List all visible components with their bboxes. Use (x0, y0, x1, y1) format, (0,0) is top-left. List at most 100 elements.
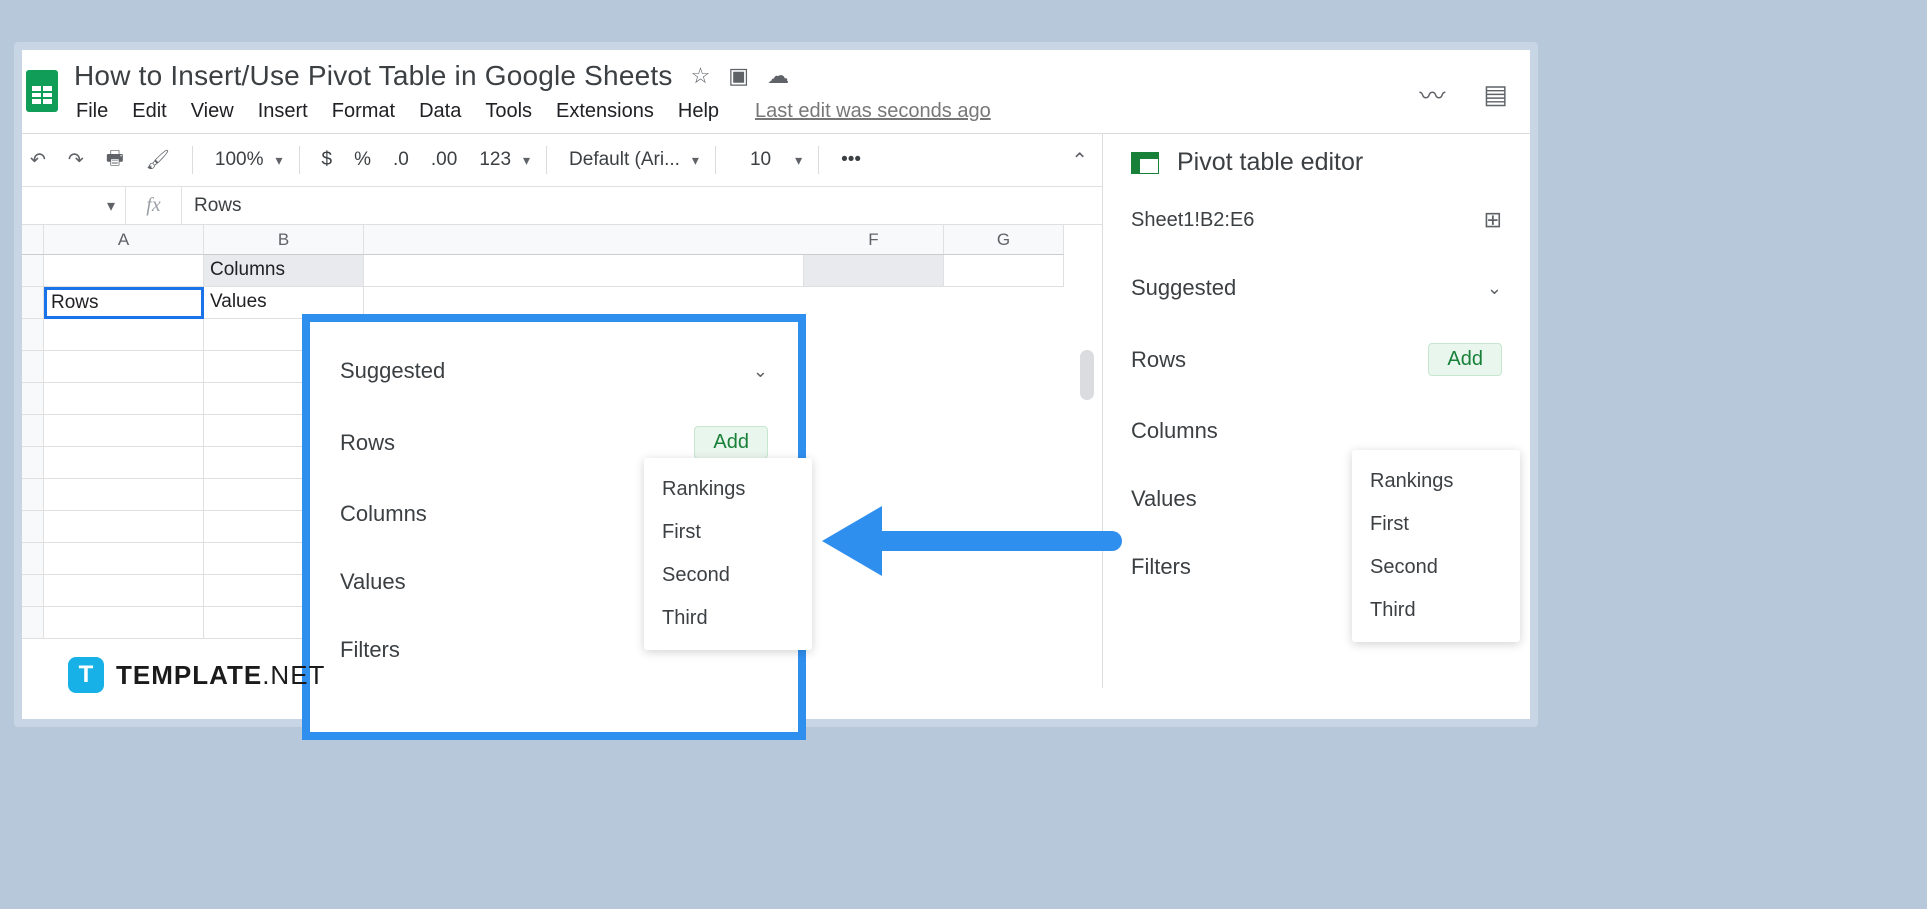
dropdown-item[interactable]: Third (644, 597, 812, 640)
cell[interactable] (44, 351, 204, 383)
column-header[interactable]: A (44, 225, 204, 255)
row-header[interactable] (22, 479, 44, 511)
add-rows-button[interactable]: Add (1428, 343, 1502, 376)
dropdown-item[interactable]: First (1352, 503, 1520, 546)
increase-decimal-button[interactable]: .00 (425, 145, 463, 175)
row-header[interactable] (22, 575, 44, 607)
dropdown-item[interactable]: Rankings (644, 468, 812, 511)
cell[interactable] (44, 543, 204, 575)
formula-input[interactable]: Rows (182, 195, 242, 217)
sheets-logo-icon[interactable] (24, 66, 60, 114)
menu-file[interactable]: File (76, 100, 108, 123)
cell[interactable] (364, 255, 804, 287)
zoom-select[interactable]: 100% (209, 145, 270, 175)
header: How to Insert/Use Pivot Table in Google … (22, 50, 1530, 133)
values-label: Values (340, 569, 406, 595)
chevron-down-icon[interactable]: ▾ (276, 152, 283, 169)
number-format-button[interactable]: 123 (473, 145, 517, 175)
redo-icon[interactable]: ↷ (62, 145, 90, 176)
chevron-down-icon[interactable]: ▾ (523, 152, 530, 169)
last-edit-link[interactable]: Last edit was seconds ago (755, 100, 991, 123)
chevron-down-icon[interactable]: ⌄ (753, 361, 768, 382)
chevron-down-icon[interactable]: ▾ (795, 152, 802, 169)
sidebar-title-row: Pivot table editor (1131, 148, 1502, 201)
cell[interactable] (44, 575, 204, 607)
row-header[interactable] (22, 511, 44, 543)
select-range-icon[interactable]: ⊞ (1484, 207, 1502, 233)
more-toolbar-button[interactable]: ••• (835, 145, 867, 175)
cell-selected[interactable]: Rows (44, 287, 204, 319)
cell-pivot-header[interactable]: Columns (204, 255, 364, 287)
row-header[interactable] (22, 383, 44, 415)
row-header[interactable] (22, 607, 44, 639)
undo-icon[interactable]: ↶ (24, 145, 52, 176)
activity-icon[interactable]: 〰 (1419, 76, 1445, 113)
decrease-decimal-button[interactable]: .0 (387, 145, 415, 175)
row-header[interactable] (22, 287, 44, 319)
star-icon[interactable]: ☆ (691, 63, 711, 89)
menu-insert[interactable]: Insert (258, 100, 308, 123)
cell[interactable] (944, 255, 1064, 287)
column-header[interactable]: B (204, 225, 364, 255)
cell-pivot-header[interactable] (804, 255, 944, 287)
menu-extensions[interactable]: Extensions (556, 100, 654, 123)
callout-suggested[interactable]: Suggested ⌄ (340, 350, 768, 412)
print-icon[interactable]: 🖶 (100, 140, 130, 180)
suggested-label: Suggested (1131, 275, 1236, 301)
add-rows-button[interactable]: Add (694, 426, 768, 459)
collapse-toolbar-icon[interactable]: ⌃ (1071, 148, 1088, 173)
header-right: 〰 ▤ (1419, 58, 1508, 113)
toolbar-separator (715, 146, 716, 174)
cell[interactable] (44, 479, 204, 511)
cell[interactable] (44, 319, 204, 351)
menu-tools[interactable]: Tools (485, 100, 532, 123)
cell[interactable] (44, 415, 204, 447)
comment-icon[interactable]: ▤ (1483, 79, 1508, 110)
paint-format-icon[interactable]: 🖌 (140, 144, 176, 176)
cell[interactable] (44, 447, 204, 479)
dropdown-item[interactable]: First (644, 511, 812, 554)
row-header[interactable] (22, 319, 44, 351)
menu-data[interactable]: Data (419, 100, 461, 123)
row-header[interactable] (22, 447, 44, 479)
currency-button[interactable]: $ (316, 145, 339, 175)
column-header[interactable]: G (944, 225, 1064, 255)
cloud-status-icon[interactable]: ☁ (767, 63, 789, 89)
move-icon[interactable]: ▣ (728, 63, 749, 89)
menu-format[interactable]: Format (332, 100, 395, 123)
sidebar-title: Pivot table editor (1177, 148, 1363, 177)
data-range-input[interactable]: Sheet1!B2:E6 (1131, 209, 1254, 232)
toolbar-separator (299, 146, 300, 174)
add-dropdown: Rankings First Second Third (644, 458, 812, 650)
row-header[interactable] (22, 255, 44, 287)
select-all-corner[interactable] (22, 225, 44, 255)
sidebar-suggested[interactable]: Suggested ⌄ (1131, 259, 1502, 327)
cell[interactable] (44, 383, 204, 415)
row-header[interactable] (22, 543, 44, 575)
spreadsheet-pane: ↶ ↷ 🖶 🖌 100% ▾ $ % .0 .00 123 ▾ Default (… (22, 134, 1102, 688)
chevron-down-icon[interactable]: ⌄ (1487, 278, 1502, 299)
vertical-scrollbar[interactable] (1080, 350, 1094, 400)
name-box[interactable]: ▾ (22, 187, 126, 224)
columns-label: Columns (340, 501, 427, 527)
document-title[interactable]: How to Insert/Use Pivot Table in Google … (74, 60, 673, 92)
cell[interactable] (44, 607, 204, 639)
row-header[interactable] (22, 351, 44, 383)
dropdown-item[interactable]: Rankings (1352, 460, 1520, 503)
menu-help[interactable]: Help (678, 100, 719, 123)
pivot-sidebar: Pivot table editor Sheet1!B2:E6 ⊞ Sugges… (1102, 134, 1530, 688)
menu-view[interactable]: View (191, 100, 234, 123)
font-size-select[interactable]: 10 (732, 145, 789, 175)
column-header[interactable]: F (804, 225, 944, 255)
dropdown-item[interactable]: Second (644, 554, 812, 597)
menu-edit[interactable]: Edit (132, 100, 166, 123)
cell[interactable] (44, 255, 204, 287)
chevron-down-icon[interactable]: ▾ (692, 152, 699, 169)
font-select[interactable]: Default (Ari... (563, 145, 686, 175)
dropdown-item[interactable]: Second (1352, 546, 1520, 589)
dropdown-item[interactable]: Third (1352, 589, 1520, 632)
callout-panel: Suggested ⌄ Rows Add Columns Values Filt… (302, 314, 806, 740)
cell[interactable] (44, 511, 204, 543)
percent-button[interactable]: % (348, 145, 377, 175)
row-header[interactable] (22, 415, 44, 447)
